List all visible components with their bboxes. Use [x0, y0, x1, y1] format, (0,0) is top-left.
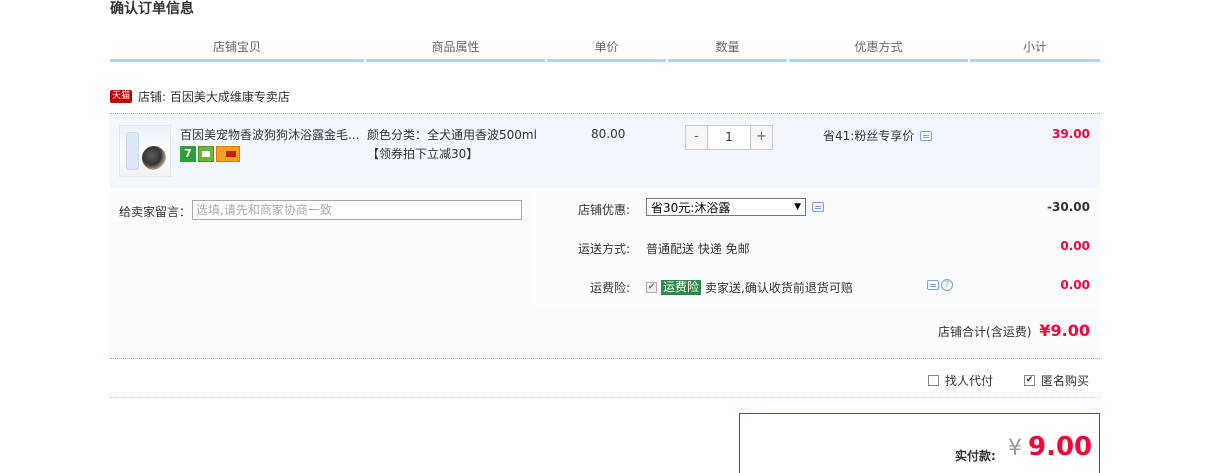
shop-discount-control: 省30元:沐浴露 ▼	[646, 198, 824, 216]
comment-icon[interactable]	[920, 130, 933, 141]
unit-price: 80.00	[591, 127, 626, 141]
product-name-link[interactable]: 百因美宠物香波狗狗沐浴露金毛...	[180, 126, 360, 143]
order-options-row: 找人代付 ✔ 匿名购买	[110, 368, 1100, 398]
qty-decrease-button[interactable]: -	[685, 125, 708, 150]
shipping-amount: 0.00	[1060, 239, 1090, 253]
item-row: 百因美宠物香波狗狗沐浴露金毛... 7 颜色分类：全犬通用香波500ml 【领券…	[110, 114, 1100, 188]
payment-currency: ¥	[1008, 436, 1022, 461]
item-subtotal: 39.00	[1052, 127, 1090, 141]
seller-message-input[interactable]: 选填,请先和商家协商一致	[192, 200, 522, 220]
header-subtotal: 小计	[970, 36, 1100, 62]
shop-total-value: ¥9.00	[1039, 321, 1090, 340]
insurance-label: 运费险:	[589, 281, 630, 295]
payment-amount: 9.00	[1028, 432, 1093, 462]
attr-color-class: 颜色分类：全犬通用香波500ml	[367, 128, 537, 142]
insurance-row: 运费险: ✔ 运费险 卖家送,确认收货前退货可赔 ? 0.00	[535, 266, 1100, 305]
order-block: 百因美宠物香波狗狗沐浴露金毛... 7 颜色分类：全犬通用香波500ml 【领券…	[110, 113, 1100, 359]
proxy-pay-option[interactable]: 找人代付	[928, 372, 993, 389]
discount-text: 省41:粉丝专享价	[823, 129, 915, 143]
qty-input[interactable]: 1	[708, 125, 750, 150]
chevron-down-icon: ▼	[794, 202, 801, 212]
insurance-value: ✔ 运费险 卖家送,确认收货前退货可赔	[646, 279, 853, 296]
anonymous-checkbox[interactable]: ✔	[1024, 375, 1035, 386]
shop-discount-selected: 省30元:沐浴露	[651, 200, 731, 215]
shipping-label: 运送方式:	[577, 242, 630, 256]
calendar-icon[interactable]	[198, 146, 214, 162]
attr-promo-note: 【领券拍下立减30】	[367, 147, 479, 161]
header-quantity: 数量	[668, 36, 787, 62]
anonymous-label: 匿名购买	[1041, 374, 1090, 388]
help-icon[interactable]: ?	[941, 279, 953, 291]
tmall-icon: 天猫	[110, 89, 133, 103]
shop-name-link[interactable]: 店铺: 百因美大成维康专卖店	[138, 88, 290, 105]
seller-message-label: 给卖家留言：	[119, 205, 192, 219]
product-dog-image	[142, 146, 166, 170]
page-title: 确认订单信息	[110, 1, 194, 17]
insurance-checkbox[interactable]: ✔	[646, 282, 657, 293]
comment-icon[interactable]	[927, 280, 939, 290]
insurance-help: ?	[927, 279, 953, 291]
shop-discount-row: 店铺优惠: 省30元:沐浴露 ▼ -30.00	[535, 188, 1100, 227]
shop-total-label: 店铺合计(含运费)	[938, 325, 1032, 339]
product-bottle-image	[126, 132, 139, 170]
product-service-icons: 7	[180, 146, 240, 162]
insurance-amount: 0.00	[1060, 278, 1090, 292]
shop-discount-label: 店铺优惠:	[577, 203, 630, 217]
header-item-attributes: 商品属性	[366, 36, 545, 62]
product-thumbnail[interactable]	[119, 125, 171, 177]
insurance-badge: 运费险	[661, 280, 702, 295]
header-unit-price: 单价	[547, 36, 666, 62]
header-discount-method: 优惠方式	[789, 36, 968, 62]
insurance-text: 卖家送,确认收货前退货可赔	[705, 281, 853, 295]
anonymous-option[interactable]: ✔ 匿名购买	[1024, 372, 1089, 389]
seller-message-area: 给卖家留言： 选填,请先和商家协商一致	[110, 188, 533, 306]
shop-discount-amount: -30.00	[1047, 200, 1090, 214]
header-shop-item: 店铺宝贝	[110, 36, 364, 62]
comment-icon[interactable]	[812, 202, 824, 212]
qty-increase-button[interactable]: +	[750, 125, 773, 150]
discount-method: 省41:粉丝专享价	[823, 127, 933, 144]
quantity-stepper: - 1 +	[685, 125, 773, 150]
shipping-row: 运送方式: 普通配送 快递 免邮 0.00	[535, 227, 1100, 266]
shipping-value: 普通配送 快递 免邮	[646, 242, 750, 256]
proxy-pay-label: 找人代付	[945, 374, 994, 388]
payment-summary-box: 实付款: ¥ 9.00	[739, 413, 1100, 473]
proxy-pay-checkbox[interactable]	[928, 375, 939, 386]
payment-label: 实付款:	[955, 449, 996, 463]
product-attributes: 颜色分类：全犬通用香波500ml 【领券拍下立减30】	[367, 126, 537, 164]
shop-total-row: 店铺合计(含运费) ¥9.00	[938, 321, 1090, 340]
credit-card-icon[interactable]	[216, 146, 240, 162]
order-table-header: 店铺宝贝 商品属性 单价 数量 优惠方式 小计	[110, 36, 1100, 62]
shop-row: 天猫 店铺: 百因美大成维康专卖店	[110, 86, 290, 106]
shop-discount-select[interactable]: 省30元:沐浴露 ▼	[646, 198, 806, 216]
seven-day-return-icon[interactable]: 7	[180, 146, 196, 162]
